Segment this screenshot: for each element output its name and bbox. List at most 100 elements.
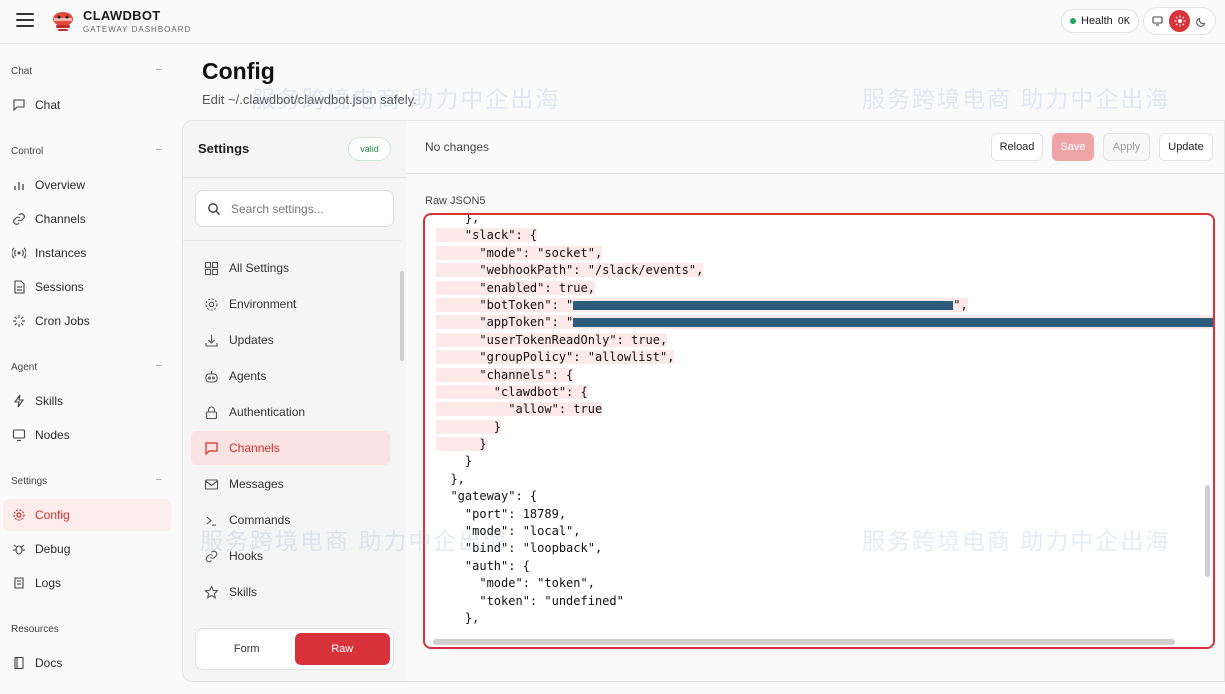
sidebar-item-nodes[interactable]: Nodes: [3, 419, 171, 451]
sidebar-item-cron-jobs[interactable]: Cron Jobs: [3, 305, 171, 337]
watermark-text: 服务跨境电商 助力中企出海: [862, 86, 1171, 112]
code-line: },: [436, 610, 480, 625]
code-line: "userTokenReadOnly": true,: [436, 332, 668, 347]
sidebar-item-overview[interactable]: Overview: [3, 169, 171, 201]
collapse-agent-icon[interactable]: –: [156, 360, 162, 371]
bot-icon: [205, 370, 218, 383]
code-line: "slack": {: [436, 228, 538, 243]
search-icon: [208, 202, 220, 215]
raw-mode-button[interactable]: Raw: [294, 633, 390, 665]
category-label: All Settings: [229, 261, 290, 275]
category-list: All Settings Environment Updates Agents …: [183, 240, 401, 615]
search-input[interactable]: [231, 201, 381, 216]
sun-theme-icon[interactable]: [1168, 10, 1191, 32]
sidebar-item-label: Docs: [35, 656, 63, 670]
sidebar-item-label: Logs: [35, 576, 62, 590]
category-authentication[interactable]: Authentication: [191, 395, 390, 429]
valid-badge: valid: [348, 137, 391, 161]
group-label-control: Control: [11, 146, 44, 157]
message-square-icon: [13, 99, 25, 112]
editor-horizontal-scrollbar[interactable]: [433, 639, 1175, 645]
lock-icon: [205, 406, 218, 419]
code-line: "bind": "loopback",: [436, 541, 603, 556]
page-subtitle: Edit ~/.clawdbot/clawdbot.json safely.: [202, 92, 417, 107]
apply-button[interactable]: Apply: [1103, 133, 1150, 161]
category-commands[interactable]: Commands: [191, 503, 390, 537]
health-label: Health: [1081, 15, 1113, 27]
link-icon: [205, 550, 218, 562]
book-icon: [14, 656, 24, 670]
settings-icon: [13, 509, 25, 521]
editor-vertical-scrollbar[interactable]: [1205, 485, 1210, 577]
sidebar-item-channels[interactable]: Channels: [3, 203, 171, 235]
code-line: }: [436, 419, 502, 434]
category-channels[interactable]: Channels: [191, 431, 390, 465]
form-mode-button[interactable]: Form: [199, 633, 295, 665]
collapse-settings-icon[interactable]: –: [156, 474, 162, 485]
code-line: "mode": "local",: [436, 524, 581, 539]
page-title: Config: [202, 58, 275, 84]
category-skills[interactable]: Skills: [191, 575, 390, 609]
group-label-chat: Chat: [11, 66, 33, 77]
category-all-settings[interactable]: All Settings: [191, 251, 390, 285]
top-bar: CLAWDBOT GATEWAY DASHBOARD Health OK: [0, 0, 1225, 44]
category-agents[interactable]: Agents: [191, 359, 390, 393]
menu-icon[interactable]: [16, 13, 34, 27]
category-label: Skills: [229, 585, 258, 599]
sidebar-item-docs[interactable]: Docs: [3, 647, 171, 679]
category-label: Environment: [229, 297, 297, 311]
sidebar: Chat – Chat Control – Overview Channels …: [0, 44, 181, 694]
code-line: "groupPolicy": "allowlist",: [436, 350, 675, 365]
code-line: }: [436, 454, 473, 469]
raw-json-editor[interactable]: }, "slack": { "mode": "socket", "webhook…: [423, 213, 1215, 649]
message-square-icon: [205, 441, 218, 455]
category-environment[interactable]: Environment: [191, 287, 390, 321]
monitor-icon: [12, 429, 26, 442]
health-badge: Health OK: [1061, 9, 1139, 33]
code-line: "botToken": " ",: [436, 297, 968, 312]
code-line: "appToken": ": [436, 314, 1213, 331]
save-button[interactable]: Save: [1052, 133, 1094, 161]
code-line: "allow": true: [436, 402, 603, 417]
redacted-token: [573, 318, 1213, 328]
sidebar-item-logs[interactable]: Logs: [3, 567, 171, 599]
code-line: "token": "undefined": [436, 593, 624, 608]
sidebar-item-label: Chat: [35, 98, 61, 112]
mode-toggle: Form Raw: [195, 628, 394, 670]
sidebar-item-label: Debug: [35, 542, 71, 556]
category-label: Messages: [229, 477, 284, 491]
radio-icon: [12, 247, 26, 259]
settings-panel: Settings valid All Settings Environment …: [182, 120, 407, 682]
sidebar-item-label: Skills: [35, 394, 64, 408]
category-scrollbar[interactable]: [400, 271, 404, 361]
code-line: },: [436, 213, 480, 225]
monitor-theme-icon[interactable]: [1147, 10, 1169, 32]
reload-button[interactable]: Reload: [991, 133, 1043, 161]
collapse-chat-icon[interactable]: –: [156, 64, 162, 75]
sidebar-item-instances[interactable]: Instances: [3, 237, 171, 269]
sidebar-item-skills[interactable]: Skills: [3, 385, 171, 417]
sidebar-item-debug[interactable]: Debug: [3, 533, 171, 565]
settings-header: Settings valid: [183, 121, 406, 178]
grid-icon: [204, 261, 219, 275]
category-messages[interactable]: Messages: [191, 467, 390, 501]
settings-title: Settings: [198, 141, 250, 156]
sidebar-item-label: Config: [35, 508, 70, 522]
code-line: "enabled": true,: [436, 280, 595, 295]
sidebar-item-label: Nodes: [35, 428, 70, 442]
brand-name: CLAWDBOT: [83, 8, 161, 23]
category-hooks[interactable]: Hooks: [191, 539, 390, 573]
sidebar-item-label: Instances: [35, 246, 87, 260]
health-status: OK: [1117, 15, 1130, 27]
sidebar-item-sessions[interactable]: Sessions: [3, 271, 171, 303]
changes-status: No changes: [425, 140, 490, 154]
sidebar-item-config[interactable]: Config: [3, 499, 171, 531]
sidebar-item-chat[interactable]: Chat: [3, 89, 171, 121]
collapse-control-icon[interactable]: –: [156, 144, 162, 155]
code-line: "auth": {: [436, 558, 530, 573]
moon-theme-icon[interactable]: [1190, 10, 1212, 32]
raw-json-label: Raw JSON5: [425, 195, 486, 207]
group-label-settings: Settings: [11, 476, 48, 487]
update-button[interactable]: Update: [1159, 133, 1213, 161]
category-updates[interactable]: Updates: [191, 323, 390, 357]
